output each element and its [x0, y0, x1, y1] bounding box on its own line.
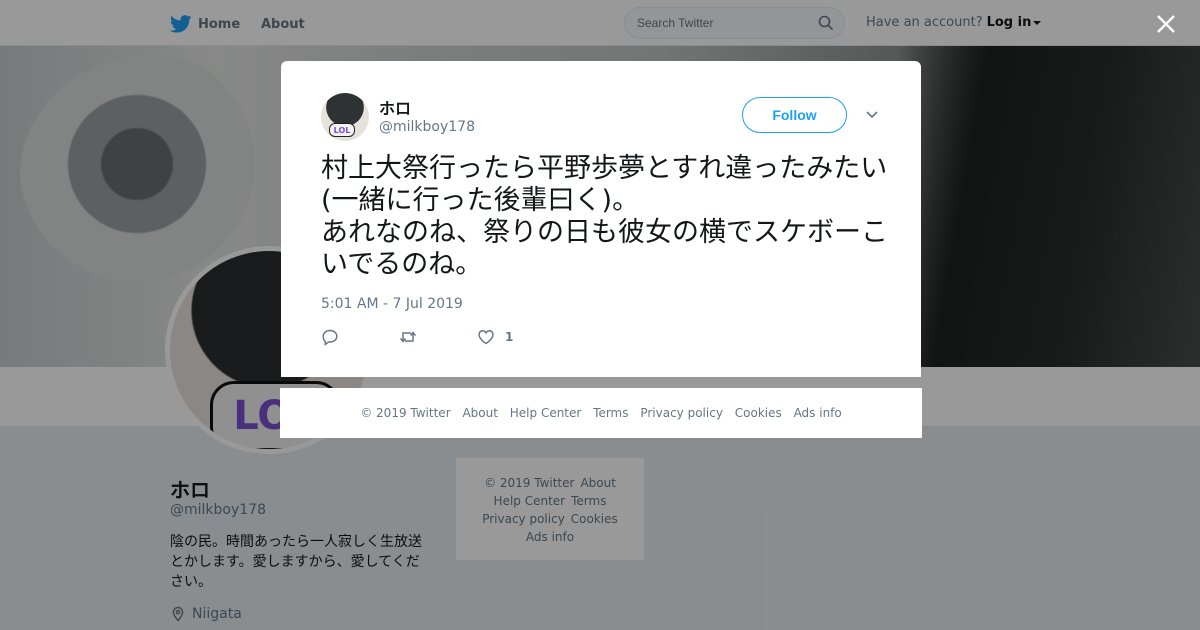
retweet-action[interactable]	[399, 328, 417, 346]
footer-cookies[interactable]: Cookies	[735, 406, 782, 420]
footer-ads[interactable]: Ads info	[794, 406, 842, 420]
footer-about[interactable]: About	[462, 406, 497, 420]
retweet-icon	[399, 331, 417, 343]
reply-icon	[322, 329, 338, 346]
like-count: 1	[505, 330, 514, 344]
modal-footer: © 2019 Twitter About Help Center Terms P…	[280, 388, 922, 438]
follow-button[interactable]: Follow	[742, 97, 847, 133]
footer-help[interactable]: Help Center	[510, 406, 582, 420]
tweet-author-name[interactable]: ホロ	[379, 95, 411, 119]
tweet-modal: LOL ホロ @milkboy178 Follow 村上大祭行ったら平野歩夢とす…	[281, 61, 921, 377]
reply-action[interactable]	[321, 328, 339, 346]
footer-privacy[interactable]: Privacy policy	[640, 406, 723, 420]
heart-icon	[478, 330, 494, 345]
tweet-author-avatar[interactable]: LOL	[321, 93, 369, 141]
close-icon[interactable]	[1154, 12, 1178, 36]
tweet-author-handle[interactable]: @milkboy178	[379, 119, 475, 135]
footer-copyright: © 2019 Twitter	[360, 406, 451, 420]
tweet-avatar-lol-badge: LOL	[329, 123, 355, 137]
tweet-actions: 1	[321, 327, 573, 347]
chevron-down-icon[interactable]	[865, 109, 879, 121]
tweet-timestamp[interactable]: 5:01 AM - 7 Jul 2019	[321, 296, 463, 312]
footer-terms[interactable]: Terms	[593, 406, 628, 420]
tweet-text: 村上大祭行ったら平野歩夢とすれ違ったみたい(一緒に行った後輩曰く)。 あれなのね…	[321, 153, 888, 280]
like-action[interactable]: 1	[477, 328, 513, 346]
